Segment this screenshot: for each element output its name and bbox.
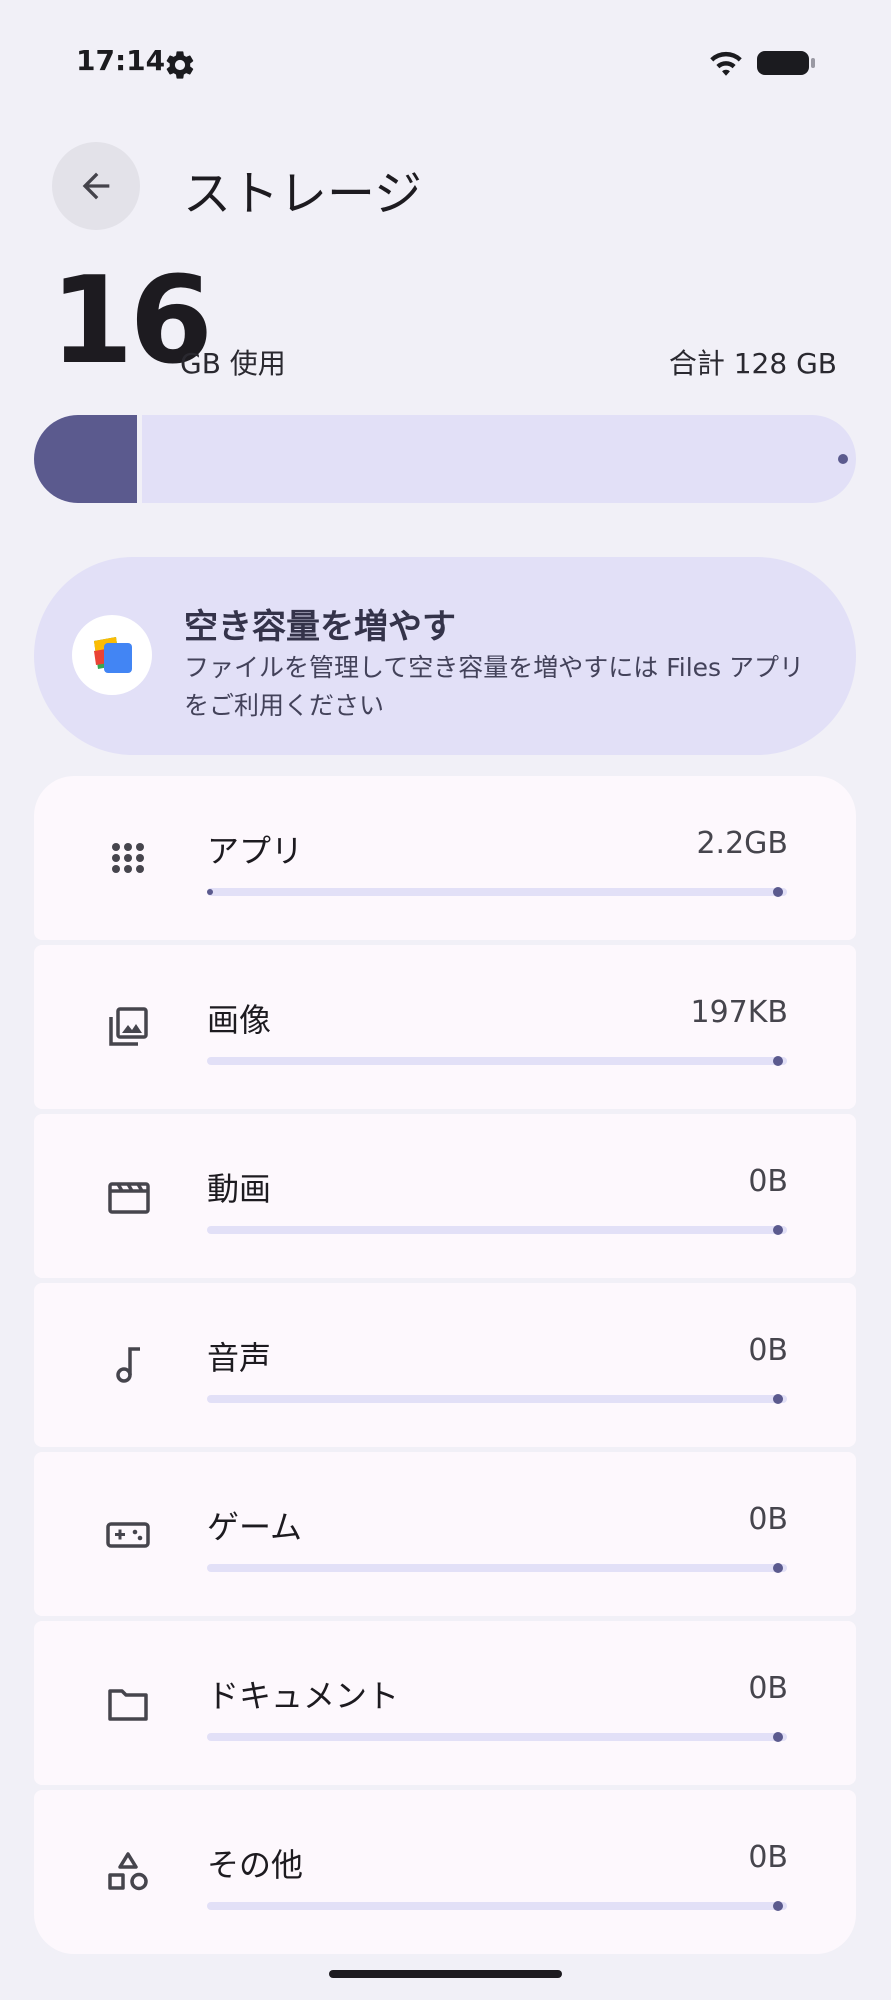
- category-size: 0B: [748, 1840, 788, 1875]
- category-row-images[interactable]: 画像 197KB: [34, 945, 856, 1109]
- category-bar-end-dot: [773, 1732, 783, 1742]
- storage-usage-fill: [34, 415, 142, 503]
- category-size: 0B: [748, 1333, 788, 1368]
- category-label: ゲーム: [207, 1508, 303, 1546]
- status-bar: 17:14: [0, 0, 891, 120]
- total-storage-label: 合計 128 GB: [668, 347, 837, 380]
- battery-icon: [757, 51, 815, 75]
- category-bar-end-dot: [773, 887, 783, 897]
- category-usage-bar: [207, 1225, 787, 1235]
- category-row-videos[interactable]: 動画 0B: [34, 1114, 856, 1278]
- music-note-icon: [116, 1347, 140, 1383]
- apps-grid-icon: [112, 843, 144, 873]
- category-usage-bar: [207, 887, 787, 897]
- category-usage-bar: [207, 1056, 787, 1066]
- home-indicator[interactable]: [329, 1970, 562, 1978]
- category-usage-bar: [207, 1563, 787, 1573]
- files-app-icon: [94, 637, 132, 673]
- folder-icon: [108, 1689, 148, 1721]
- category-label: アプリ: [207, 832, 304, 870]
- gamepad-icon: [106, 1522, 150, 1548]
- promo-title: 空き容量を増やす: [184, 607, 456, 647]
- category-row-games[interactable]: ゲーム 0B: [34, 1452, 856, 1616]
- category-label: 画像: [207, 1001, 272, 1039]
- wifi-icon: [710, 51, 742, 76]
- promo-description: ファイルを管理して空き容量を増やすには Files アプリをご利用ください: [184, 653, 805, 720]
- category-label: 動画: [207, 1170, 272, 1208]
- storage-category-list: アプリ 2.2GB 画像 197KB 動画 0B 音声 0B ゲーム 0B ドキ…: [34, 776, 856, 1959]
- arrow-back-icon: [82, 172, 110, 200]
- category-size: 0B: [748, 1164, 788, 1199]
- free-up-space-card[interactable]: 空き容量を増やす ファイルを管理して空き容量を増やすには Files アプリをご…: [34, 557, 856, 755]
- category-usage-bar: [207, 1732, 787, 1742]
- shapes-icon: [108, 1852, 148, 1891]
- gear-icon: [166, 51, 194, 79]
- category-bar-end-dot: [773, 1394, 783, 1404]
- category-size: 2.2GB: [696, 826, 788, 861]
- category-usage-fill: [207, 889, 213, 895]
- category-bar-end-dot: [773, 1225, 783, 1235]
- category-label: 音声: [207, 1339, 272, 1377]
- category-usage-bar: [207, 1901, 787, 1911]
- status-time: 17:14: [76, 44, 166, 77]
- category-size: 197KB: [690, 995, 788, 1030]
- category-bar-end-dot: [773, 1563, 783, 1573]
- category-size: 0B: [748, 1671, 788, 1706]
- category-label: その他: [207, 1846, 304, 1884]
- category-row-other[interactable]: その他 0B: [34, 1790, 856, 1954]
- category-bar-end-dot: [773, 1901, 783, 1911]
- storage-bar-end-dot: [838, 454, 848, 464]
- storage-usage-bar: [34, 415, 856, 503]
- used-storage-unit: GB 使用: [180, 347, 286, 380]
- category-usage-bar: [207, 1394, 787, 1404]
- image-icon: [109, 1007, 148, 1046]
- clapperboard-icon: [108, 1182, 150, 1214]
- files-app-logo: [72, 615, 152, 695]
- category-size: 0B: [748, 1502, 788, 1537]
- back-button[interactable]: [52, 142, 140, 230]
- category-row-audio[interactable]: 音声 0B: [34, 1283, 856, 1447]
- category-bar-end-dot: [773, 1056, 783, 1066]
- category-label: ドキュメント: [207, 1677, 400, 1715]
- category-row-apps[interactable]: アプリ 2.2GB: [34, 776, 856, 940]
- page-title: ストレージ: [183, 166, 423, 222]
- category-row-documents[interactable]: ドキュメント 0B: [34, 1621, 856, 1785]
